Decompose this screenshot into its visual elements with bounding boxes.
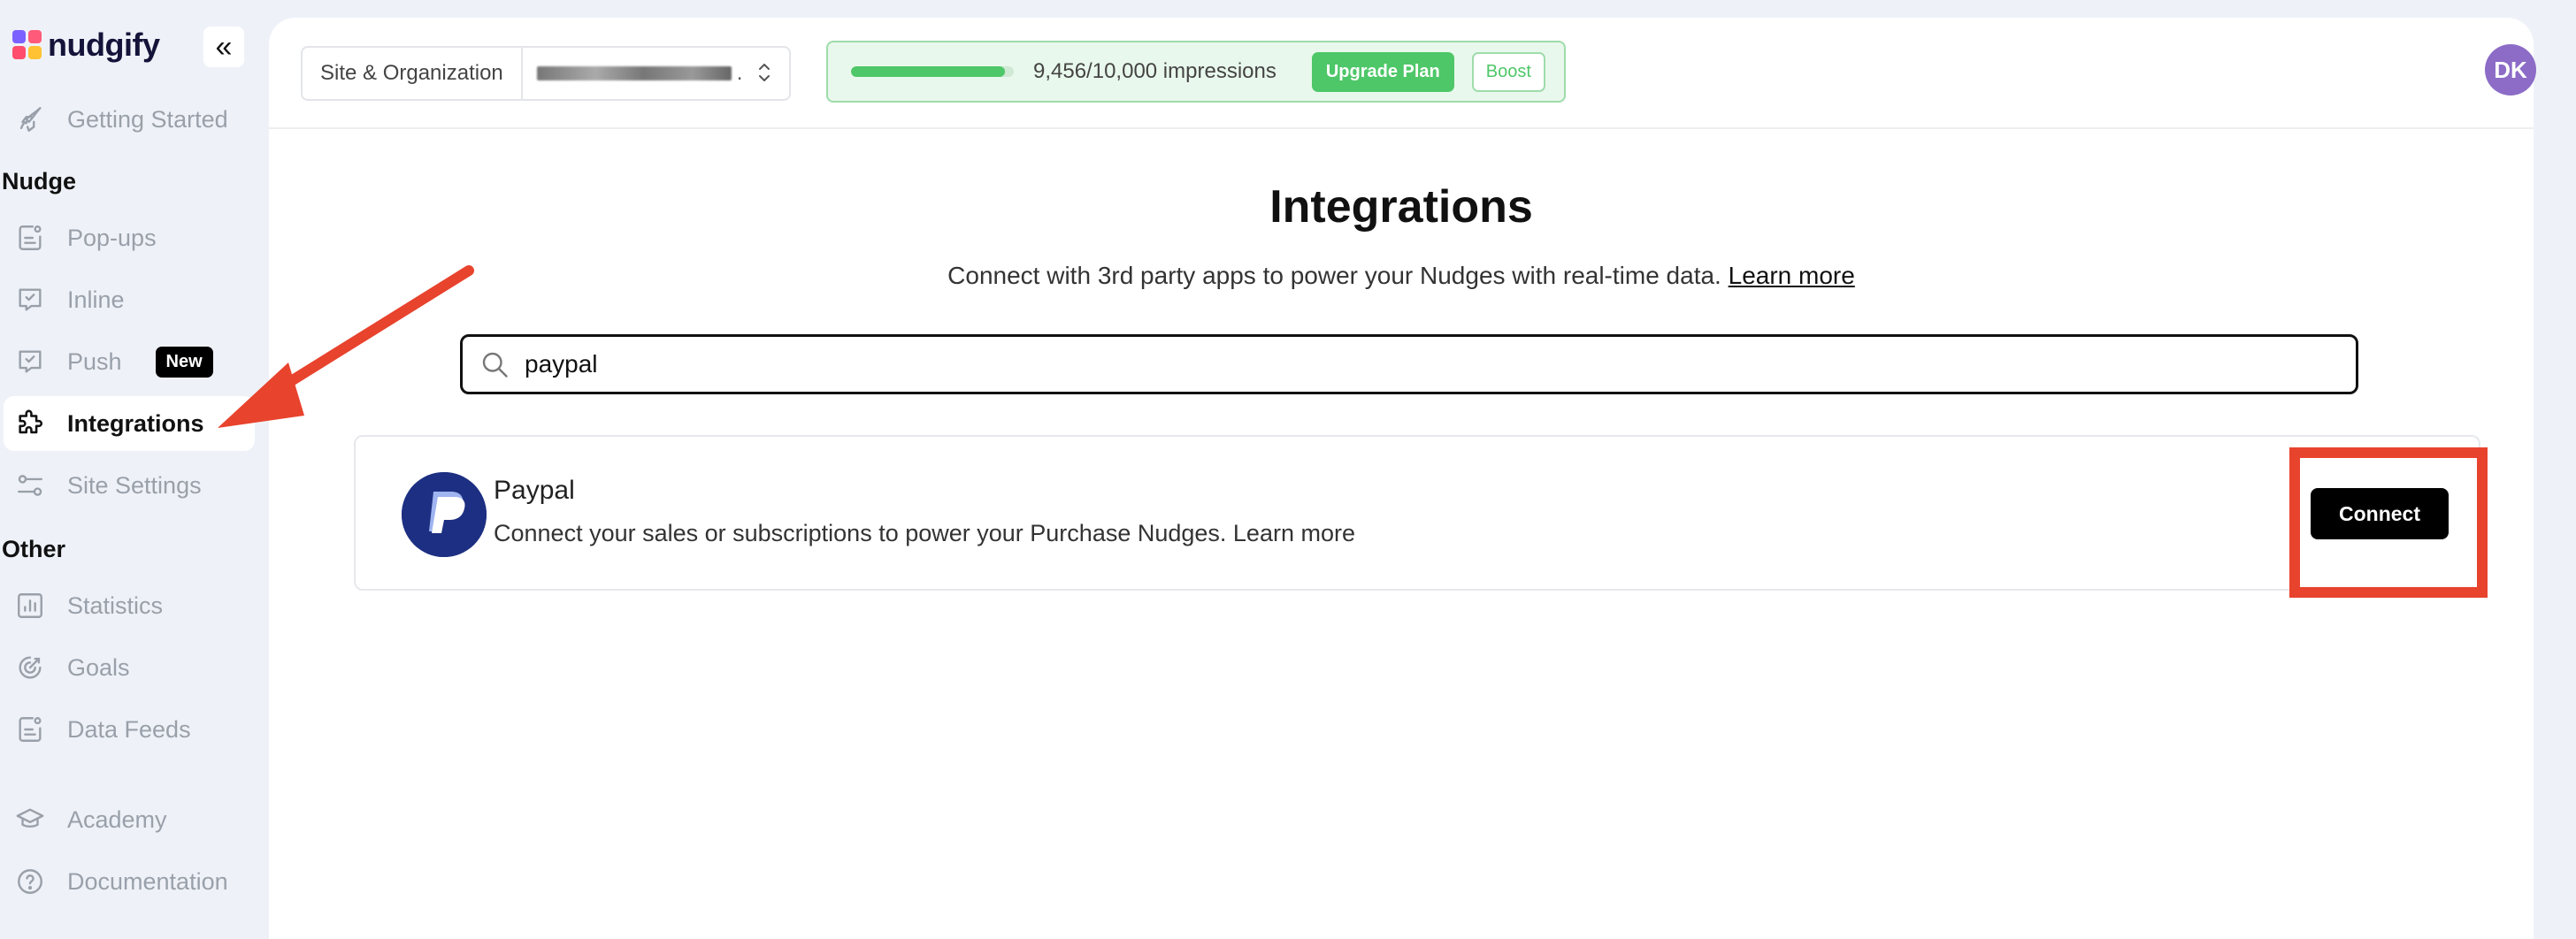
sidebar: nudgify « Getting Started Nudge Pop-ups …	[0, 0, 267, 939]
nudgify-logo[interactable]: nudgify	[12, 27, 160, 64]
sidebar-item-push[interactable]: Push New	[4, 334, 255, 389]
logo-mark-icon	[12, 30, 42, 60]
brand-name: nudgify	[48, 27, 160, 63]
sidebar-item-label: Getting Started	[67, 105, 228, 133]
chart-icon	[14, 590, 46, 622]
new-badge: New	[155, 346, 213, 378]
sidebar-item-data-feeds[interactable]: Data Feeds	[4, 702, 255, 757]
sidebar-item-statistics[interactable]: Statistics	[4, 578, 255, 633]
sidebar-item-goals[interactable]: Goals	[4, 640, 255, 695]
page-title: Integrations	[1269, 181, 1533, 233]
site-organization-value: .	[523, 48, 789, 99]
top-bar: Site & Organization . 9,456/10,000 impre…	[269, 18, 2536, 129]
sidebar-item-label: Goals	[67, 653, 130, 681]
graduation-cap-icon	[14, 804, 46, 836]
feed-icon	[14, 714, 46, 745]
section-title-nudge: Nudge	[2, 168, 76, 195]
sidebar-item-label: Site Settings	[67, 471, 202, 499]
impressions-panel: 9,456/10,000 impressions Upgrade Plan Bo…	[826, 41, 1566, 103]
site-organization-select[interactable]: Site & Organization .	[301, 46, 791, 101]
double-chevron-left-icon: «	[215, 30, 233, 64]
sidebar-item-label: Statistics	[67, 592, 164, 619]
inline-icon	[14, 284, 46, 316]
rocket-icon	[14, 103, 46, 135]
paypal-logo-icon	[402, 472, 487, 557]
page-subtitle: Connect with 3rd party apps to power you…	[269, 262, 2534, 290]
sidebar-item-label: Documentation	[67, 867, 228, 895]
impressions-text: 9,456/10,000 impressions	[1033, 59, 1276, 83]
sidebar-item-documentation[interactable]: Documentation	[4, 854, 255, 909]
impressions-progress-bar	[851, 66, 1014, 77]
redacted-site-name	[536, 66, 732, 80]
site-organization-label: Site & Organization	[303, 48, 523, 99]
question-icon	[14, 866, 46, 897]
integration-card-paypal: Paypal Connect your sales or subscriptio…	[354, 435, 2480, 591]
target-icon	[14, 652, 46, 683]
sidebar-item-label: Data Feeds	[67, 715, 191, 743]
sidebar-item-site-settings[interactable]: Site Settings	[4, 458, 255, 513]
chevron-up-down-icon	[759, 64, 770, 81]
sliders-icon	[14, 470, 46, 501]
sidebar-item-popups[interactable]: Pop-ups	[4, 210, 255, 265]
integration-description: Connect your sales or subscriptions to p…	[494, 520, 1355, 546]
impressions-progress-fill	[851, 66, 1005, 77]
sidebar-item-label: Integrations	[67, 409, 204, 437]
sidebar-item-integrations[interactable]: Integrations	[4, 396, 255, 451]
puzzle-icon	[14, 408, 46, 439]
sidebar-item-getting-started[interactable]: Getting Started	[4, 92, 255, 147]
main-panel: Site & Organization . 9,456/10,000 impre…	[269, 18, 2536, 939]
search-icon	[482, 352, 508, 378]
boost-button[interactable]: Boost	[1471, 51, 1545, 92]
sidebar-item-label: Push	[67, 347, 122, 375]
user-avatar[interactable]: DK	[2485, 44, 2536, 95]
integration-name: Paypal	[494, 476, 575, 505]
push-icon	[14, 346, 46, 378]
site-value-suffix: .	[736, 61, 743, 85]
sidebar-item-label: Pop-ups	[67, 224, 157, 251]
integration-search[interactable]	[460, 334, 2358, 394]
sidebar-item-label: Academy	[67, 805, 167, 833]
sidebar-item-inline[interactable]: Inline	[4, 272, 255, 327]
sidebar-item-academy[interactable]: Academy	[4, 792, 255, 847]
collapse-sidebar-button[interactable]: «	[203, 27, 244, 67]
popup-icon	[14, 222, 46, 254]
upgrade-plan-button[interactable]: Upgrade Plan	[1311, 51, 1454, 92]
annotation-highlight-box	[2289, 447, 2488, 598]
sidebar-item-label: Inline	[67, 286, 125, 313]
section-title-other: Other	[2, 536, 66, 562]
search-input[interactable]	[523, 349, 2119, 379]
learn-more-link[interactable]: Learn more	[1729, 262, 1855, 289]
subtitle-text: Connect with 3rd party apps to power you…	[947, 262, 1721, 289]
